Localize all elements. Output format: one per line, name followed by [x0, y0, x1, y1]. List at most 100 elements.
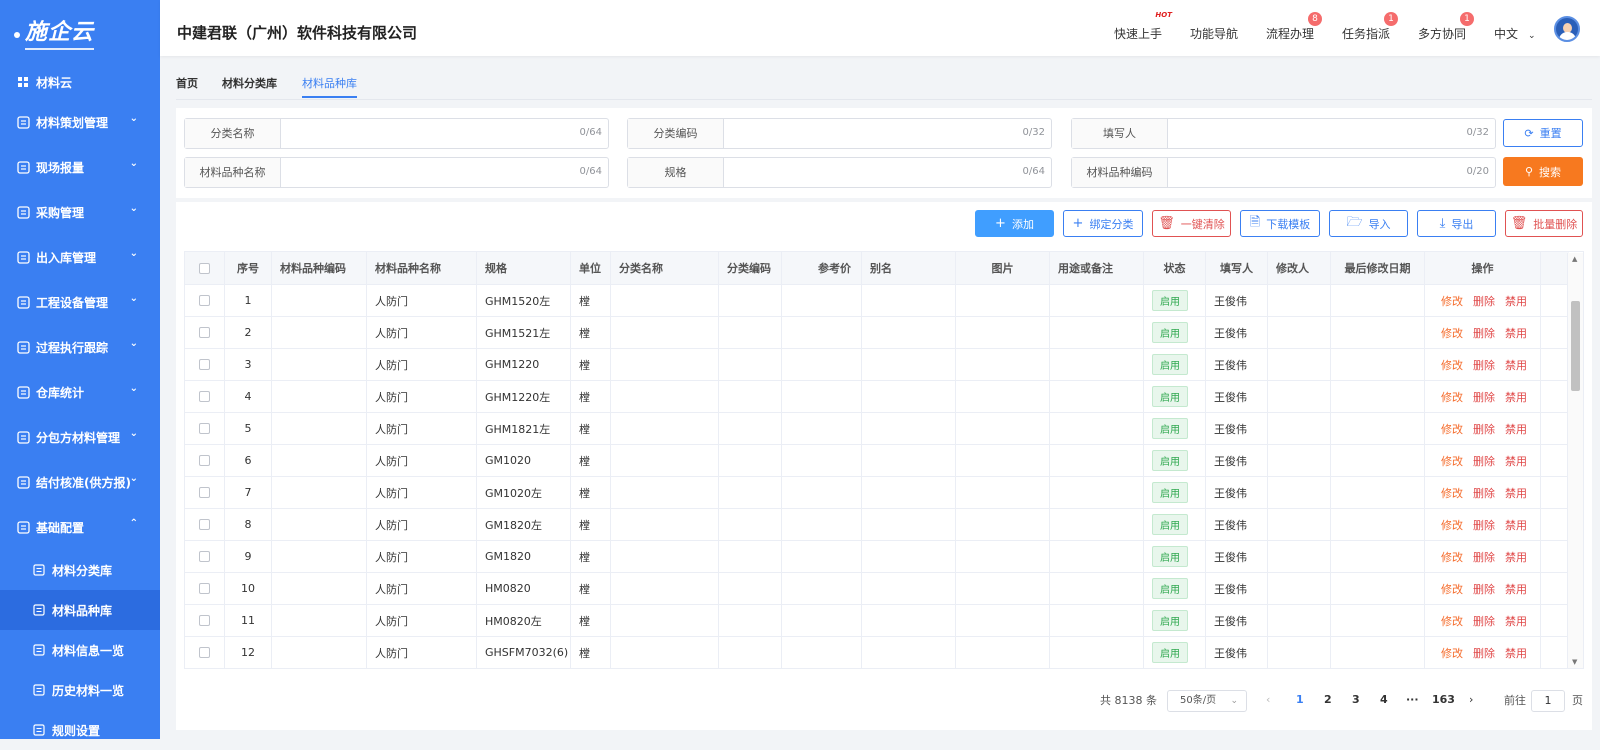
jump-page-input[interactable]: 1 — [1531, 690, 1565, 712]
delete-link[interactable]: 删除 — [1473, 485, 1495, 501]
edit-link[interactable]: 修改 — [1441, 581, 1463, 597]
edit-link[interactable]: 修改 — [1441, 453, 1463, 469]
bind-category-button[interactable]: + 绑定分类 — [1063, 210, 1143, 237]
filter-input[interactable]: 0/64 — [724, 158, 1051, 187]
sidebar-item-7[interactable]: 分包方材料管理 ⌄ — [0, 415, 160, 460]
disable-link[interactable]: 禁用 — [1505, 517, 1527, 533]
delete-link[interactable]: 删除 — [1473, 613, 1495, 629]
table-row[interactable]: 11 人防门 HM0820左 樘 启用 王俊伟 修改 删除 禁用 — [185, 605, 1569, 637]
table-row[interactable]: 1 人防门 GHM1520左 樘 启用 王俊伟 修改 删除 禁用 — [185, 285, 1569, 317]
disable-link[interactable]: 禁用 — [1505, 389, 1527, 405]
edit-link[interactable]: 修改 — [1441, 613, 1463, 629]
delete-link[interactable]: 删除 — [1473, 421, 1495, 437]
table-row[interactable]: 2 人防门 GHM1521左 樘 启用 王俊伟 修改 删除 禁用 — [185, 317, 1569, 349]
table-row[interactable]: 7 人防门 GM1020左 樘 启用 王俊伟 修改 删除 禁用 — [185, 477, 1569, 509]
row-checkbox[interactable] — [199, 519, 210, 530]
disable-link[interactable]: 禁用 — [1505, 613, 1527, 629]
nav-process[interactable]: 流程办理 8 — [1266, 12, 1323, 42]
export-button[interactable]: ⤓ 导出 — [1417, 210, 1496, 237]
filter-input[interactable]: 0/64 — [281, 119, 608, 148]
row-checkbox[interactable] — [199, 295, 210, 306]
nav-task-assign[interactable]: 任务指派 1 — [1342, 12, 1399, 42]
nav-feature-guide[interactable]: 功能导航 — [1190, 25, 1238, 42]
delete-link[interactable]: 删除 — [1473, 581, 1495, 597]
page-size-select[interactable]: 50条/页 ⌄ — [1167, 690, 1247, 712]
sidebar-subitem-2[interactable]: 材料信息一览 — [0, 630, 160, 670]
filter-input[interactable]: 0/32 — [1168, 119, 1495, 148]
row-checkbox[interactable] — [199, 583, 210, 594]
edit-link[interactable]: 修改 — [1441, 485, 1463, 501]
page-2[interactable]: 2 — [1324, 693, 1332, 706]
edit-link[interactable]: 修改 — [1441, 357, 1463, 373]
sidebar-item-8[interactable]: 结付核准(供方报) ⌄ — [0, 460, 160, 505]
page-last[interactable]: 163 — [1432, 693, 1455, 706]
language-select[interactable]: 中文 ⌄ — [1494, 25, 1536, 42]
delete-link[interactable]: 删除 — [1473, 293, 1495, 309]
row-checkbox[interactable] — [199, 487, 210, 498]
sidebar-item-6[interactable]: 仓库统计 ⌄ — [0, 370, 160, 415]
sidebar-item-4[interactable]: 工程设备管理 ⌄ — [0, 280, 160, 325]
row-checkbox[interactable] — [199, 359, 210, 370]
table-row[interactable]: 4 人防门 GHM1220左 樘 启用 王俊伟 修改 删除 禁用 — [185, 381, 1569, 413]
edit-link[interactable]: 修改 — [1441, 549, 1463, 565]
import-button[interactable]: 🗁 导入 — [1329, 210, 1408, 237]
row-checkbox[interactable] — [199, 455, 210, 466]
sidebar-item-1[interactable]: 现场报量 ⌄ — [0, 145, 160, 190]
delete-link[interactable]: 删除 — [1473, 645, 1495, 661]
disable-link[interactable]: 禁用 — [1505, 421, 1527, 437]
page-4[interactable]: 4 — [1380, 693, 1388, 706]
disable-link[interactable]: 禁用 — [1505, 293, 1527, 309]
sidebar-item-2[interactable]: 采购管理 ⌄ — [0, 190, 160, 235]
filter-variety-name[interactable]: 材料品种名称 0/64 — [184, 157, 609, 188]
delete-link[interactable]: 删除 — [1473, 389, 1495, 405]
filter-spec[interactable]: 规格 0/64 — [627, 157, 1052, 188]
disable-link[interactable]: 禁用 — [1505, 485, 1527, 501]
page-1[interactable]: 1 — [1296, 693, 1304, 706]
avatar[interactable] — [1554, 16, 1580, 42]
sidebar-item-3[interactable]: 出入库管理 ⌄ — [0, 235, 160, 280]
edit-link[interactable]: 修改 — [1441, 293, 1463, 309]
filter-variety-code[interactable]: 材料品种编码 0/20 — [1071, 157, 1496, 188]
edit-link[interactable]: 修改 — [1441, 325, 1463, 341]
sidebar-subitem-3[interactable]: 历史材料一览 — [0, 670, 160, 710]
filter-writer[interactable]: 填写人 0/32 — [1071, 118, 1496, 149]
edit-link[interactable]: 修改 — [1441, 421, 1463, 437]
batch-delete-button[interactable]: 🗑 批量删除 — [1505, 210, 1583, 237]
table-row[interactable]: 10 人防门 HM0820 樘 启用 王俊伟 修改 删除 禁用 — [185, 573, 1569, 605]
next-page-icon[interactable]: › — [1469, 693, 1473, 706]
disable-link[interactable]: 禁用 — [1505, 581, 1527, 597]
filter-input[interactable]: 0/32 — [724, 119, 1051, 148]
tab-material-variety[interactable]: 材料品种库 — [302, 75, 357, 98]
sidebar-subitem-4[interactable]: 规则设置 — [0, 710, 160, 750]
disable-link[interactable]: 禁用 — [1505, 357, 1527, 373]
tab-material-category[interactable]: 材料分类库 — [222, 75, 277, 91]
delete-link[interactable]: 删除 — [1473, 517, 1495, 533]
table-row[interactable]: 12 人防门 GHSFM7032(6) 樘 启用 王俊伟 修改 删除 禁用 — [185, 637, 1569, 668]
row-checkbox[interactable] — [199, 423, 210, 434]
table-row[interactable]: 6 人防门 GM1020 樘 启用 王俊伟 修改 删除 禁用 — [185, 445, 1569, 477]
page-ellipsis[interactable]: ··· — [1406, 693, 1419, 706]
table-scrollbar[interactable]: ▲ ▼ — [1567, 253, 1583, 668]
nav-quick-start[interactable]: 快速上手 HOT — [1114, 11, 1172, 42]
table-row[interactable]: 3 人防门 GHM1220 樘 启用 王俊伟 修改 删除 禁用 — [185, 349, 1569, 381]
disable-link[interactable]: 禁用 — [1505, 549, 1527, 565]
scroll-up-icon[interactable]: ▲ — [1572, 255, 1577, 263]
row-checkbox[interactable] — [199, 551, 210, 562]
edit-link[interactable]: 修改 — [1441, 517, 1463, 533]
sidebar-subitem-0[interactable]: 材料分类库 — [0, 550, 160, 590]
add-button[interactable]: + 添加 — [975, 210, 1054, 237]
table-row[interactable]: 5 人防门 GHM1821左 樘 启用 王俊伟 修改 删除 禁用 — [185, 413, 1569, 445]
disable-link[interactable]: 禁用 — [1505, 453, 1527, 469]
clear-all-button[interactable]: 🗑 一键清除 — [1152, 210, 1231, 237]
delete-link[interactable]: 删除 — [1473, 357, 1495, 373]
edit-link[interactable]: 修改 — [1441, 645, 1463, 661]
sidebar-item-9[interactable]: 基础配置 ⌃ — [0, 505, 160, 550]
filter-input[interactable]: 0/20 — [1168, 158, 1495, 187]
delete-link[interactable]: 删除 — [1473, 453, 1495, 469]
disable-link[interactable]: 禁用 — [1505, 325, 1527, 341]
download-template-button[interactable]: 🗎 下载模板 — [1240, 210, 1320, 237]
sidebar-subitem-1[interactable]: 材料品种库 — [0, 590, 160, 630]
table-row[interactable]: 9 人防门 GM1820 樘 启用 王俊伟 修改 删除 禁用 — [185, 541, 1569, 573]
page-3[interactable]: 3 — [1352, 693, 1360, 706]
delete-link[interactable]: 删除 — [1473, 325, 1495, 341]
